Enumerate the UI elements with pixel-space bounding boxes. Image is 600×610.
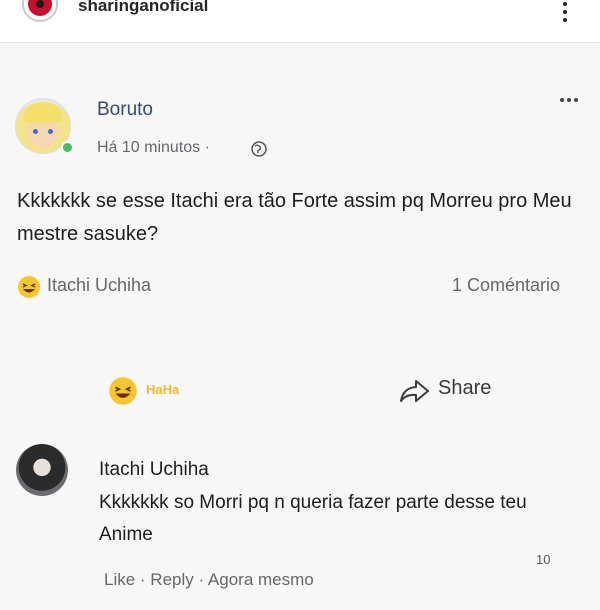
haha-emoji-icon xyxy=(18,276,40,298)
profile-avatar[interactable] xyxy=(22,0,58,22)
comment-count[interactable]: 1 Coméntario xyxy=(452,275,560,296)
post-timestamp: Há 10 minutos · xyxy=(97,139,210,156)
comment-actions[interactable]: Like · Reply · Agora mesmo xyxy=(104,570,314,590)
globe-icon xyxy=(251,141,267,157)
post-author-name[interactable]: Boruto xyxy=(97,99,153,121)
share-icon[interactable] xyxy=(398,377,430,405)
commenter-avatar[interactable] xyxy=(16,444,68,496)
more-horizontal-icon[interactable] xyxy=(560,98,578,102)
comment-text: Kkkkkkk so Morri pq n queria fazer parte… xyxy=(99,492,527,545)
haha-emoji-icon[interactable] xyxy=(108,376,138,406)
share-button[interactable]: Share xyxy=(438,377,491,400)
post-text: Kkkkkkk se esse Itachi era tão Forte ass… xyxy=(17,190,572,245)
haha-reaction-label[interactable]: HaHa xyxy=(146,382,179,397)
post-screenshot: Boruto Há 10 minutos · Kkkkkkk se esse I… xyxy=(0,43,600,610)
comment-reaction-count[interactable]: 10 xyxy=(536,552,550,567)
online-status-dot xyxy=(61,141,74,154)
more-vertical-icon[interactable] xyxy=(560,2,570,22)
instagram-header: sharinganoficial xyxy=(0,0,600,43)
commenter-name[interactable]: Itachi Uchiha xyxy=(99,459,209,481)
profile-username[interactable]: sharinganoficial xyxy=(78,0,208,16)
reaction-user[interactable]: Itachi Uchiha xyxy=(47,275,151,296)
